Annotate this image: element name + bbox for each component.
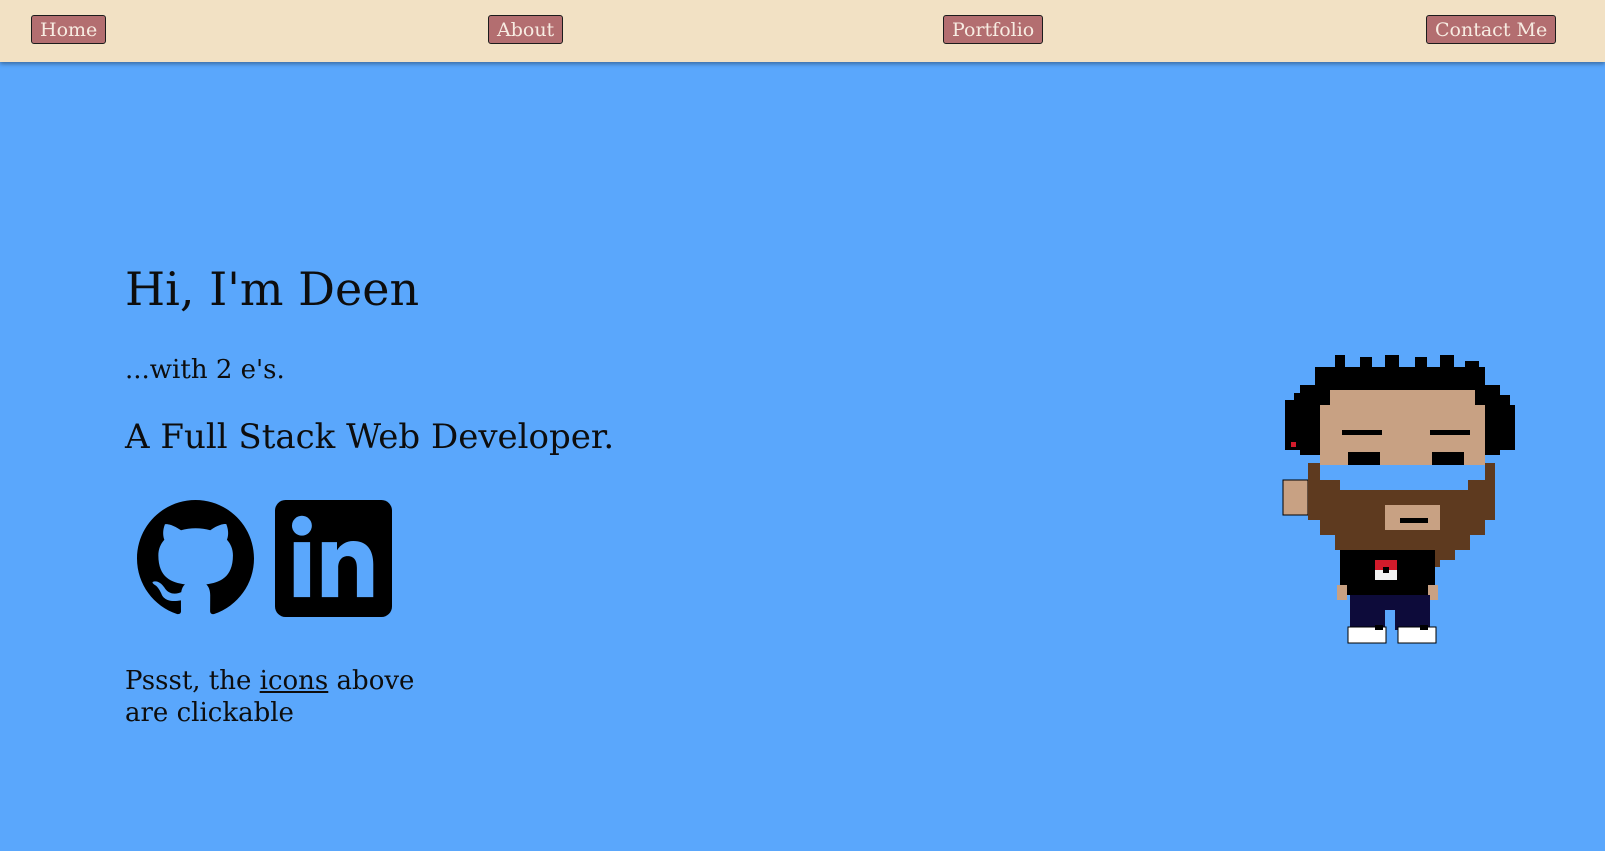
hero-title: Hi, I'm Deen [125, 262, 420, 316]
nav-contact-button[interactable]: Contact Me [1426, 15, 1557, 44]
linkedin-icon [275, 500, 392, 617]
hint-prefix: Pssst, the [125, 666, 260, 696]
navbar: Home About Portfolio Contact Me [0, 0, 1605, 62]
nav-portfolio-button[interactable]: Portfolio [943, 15, 1044, 44]
github-link[interactable] [137, 500, 254, 617]
hint-icons-link[interactable]: icons [260, 666, 329, 696]
github-icon [137, 500, 254, 615]
clickable-hint: Pssst, the icons above are clickable [125, 665, 425, 729]
nav-home-button[interactable]: Home [31, 15, 107, 44]
nav-about-button[interactable]: About [488, 15, 564, 44]
pixel-avatar-icon [1280, 355, 1525, 655]
hero-subtitle: ...with 2 e's. [125, 355, 285, 385]
hero-role: A Full Stack Web Developer. [125, 417, 615, 457]
linkedin-link[interactable] [275, 500, 392, 617]
